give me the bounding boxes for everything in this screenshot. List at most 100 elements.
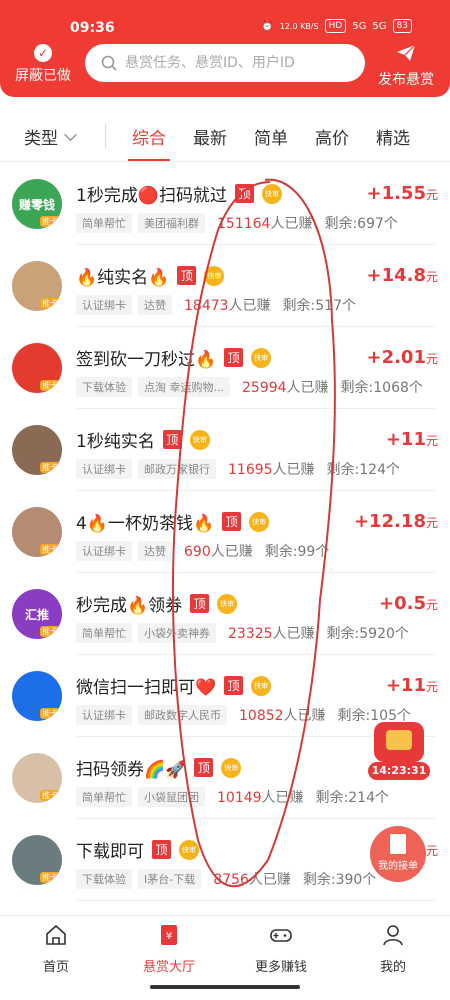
reward-value: +12.18 <box>353 511 426 532</box>
reward-amount: +11元 <box>386 429 438 450</box>
block-done-button[interactable]: ✓ 屏蔽已做 <box>12 44 74 85</box>
task-avatar: 推卡 <box>12 753 62 803</box>
earned-count: 23325人已赚 <box>228 623 315 643</box>
task-meta-row: 简单帮忙 美团福利群 151164人已赚 剩余:697个 <box>76 213 398 233</box>
top-tag: 顶 <box>162 430 182 449</box>
earned-suffix: 人已赚 <box>248 872 291 888</box>
task-title: 扫码领券🌈🚀 <box>76 760 187 780</box>
my-orders-button[interactable]: 我的接单 <box>370 826 426 882</box>
tab-featured[interactable]: 精选 <box>374 124 412 149</box>
reward-unit: 元 <box>425 516 438 530</box>
status-icons: ⏰ 12.0 KB/S HD 5G 5G 83 <box>261 19 412 33</box>
project-chip: 美团福利群 <box>138 213 205 233</box>
reward-amount: +1.55元 <box>366 183 438 204</box>
remaining-count: 剩余:517个 <box>282 298 356 314</box>
earned-suffix: 人已赚 <box>272 462 315 478</box>
reward-value: +11 <box>385 429 426 450</box>
task-title-row: 签到砍一刀秒过🔥 顶 快审 <box>76 345 272 370</box>
remaining-count: 剩余:697个 <box>324 216 398 232</box>
promo-badge: 推卡 <box>40 380 60 391</box>
task-title: 签到砍一刀秒过🔥 <box>76 350 217 370</box>
category-chip: 简单帮忙 <box>76 787 132 807</box>
task-row[interactable]: 推卡 🔥纯实名🔥 顶 快审 认证绑卡 达赞 18473人已赚 剩余:517个 +… <box>0 245 450 327</box>
earned-count: 690人已赚 <box>184 541 253 561</box>
task-meta-row: 认证绑卡 达赞 690人已赚 剩余:99个 <box>76 541 329 561</box>
earned-number: 11695 <box>228 462 273 478</box>
task-title: 4🔥一杯奶茶钱🔥 <box>76 514 215 534</box>
network-speed: 12.0 KB/S <box>279 21 319 31</box>
hall-icon: ¥ <box>161 925 177 945</box>
type-dropdown[interactable]: 类型 <box>24 124 77 149</box>
search-input[interactable] <box>125 55 355 71</box>
promo-badge: 推卡 <box>40 872 60 883</box>
nav-reward-hall[interactable]: ¥ 悬赏大厅 <box>124 924 214 975</box>
reward-amount: +2.01元 <box>366 347 438 368</box>
task-title-row: 🔥纯实名🔥 顶 快审 <box>76 263 225 288</box>
task-meta-row: 认证绑卡 达赞 18473人已赚 剩余:517个 <box>76 295 356 315</box>
remaining-count: 剩余:124个 <box>326 462 400 478</box>
tab-simple[interactable]: 简单 <box>252 124 290 149</box>
task-avatar: 推卡 <box>12 671 62 721</box>
task-title: 1秒完成🔴扫码就过 <box>76 186 227 206</box>
task-title-row: 4🔥一杯奶茶钱🔥 顶 快审 <box>76 509 270 534</box>
task-row[interactable]: 赚零钱 推卡 1秒完成🔴扫码就过 顶 快审 简单帮忙 美团福利群 151164人… <box>0 163 450 245</box>
remaining-count: 剩余:99个 <box>264 544 330 560</box>
nav-home[interactable]: 首页 <box>11 924 101 975</box>
earned-number: 690 <box>184 544 211 560</box>
promo-badge: 推卡 <box>40 462 60 473</box>
signal-icon-2: 5G <box>372 20 387 32</box>
task-meta-row: 简单帮忙 小袋鼠团团 10149人已赚 剩余:214个 <box>76 787 389 807</box>
project-chip: I茅台-下载 <box>138 869 202 889</box>
status-bar: 09:36 ⏰ 12.0 KB/S HD 5G 5G 83 <box>0 16 450 40</box>
task-avatar: 推卡 <box>12 343 62 393</box>
earned-count: 11695人已赚 <box>228 459 315 479</box>
fast-review-tag: 快审 <box>189 429 210 450</box>
category-chip: 认证绑卡 <box>76 295 132 315</box>
reward-amount: 元 <box>426 839 438 860</box>
task-row[interactable]: 汇推 推卡 秒完成🔥领券 顶 快审 简单帮忙 小袋外卖神券 23325人已赚 剩… <box>0 573 450 655</box>
earned-suffix: 人已赚 <box>210 544 253 560</box>
hd-icon: HD <box>324 19 347 33</box>
chevron-down-icon <box>64 127 77 141</box>
category-chip: 简单帮忙 <box>76 623 132 643</box>
tab-comprehensive[interactable]: 综合 <box>128 124 170 161</box>
reward-value: +1.55 <box>366 183 426 204</box>
category-chip: 简单帮忙 <box>76 213 132 233</box>
nav-mine-label: 我的 <box>379 960 406 975</box>
publish-reward-button[interactable]: 发布悬赏 <box>375 44 437 89</box>
category-chip: 下载体验 <box>76 377 132 397</box>
red-envelope-widget[interactable]: 14:23:31 <box>368 722 430 780</box>
earned-count: 8756人已赚 <box>213 869 291 889</box>
nav-more-earn[interactable]: 更多赚钱 <box>236 924 326 975</box>
earned-suffix: 人已赚 <box>272 626 315 642</box>
gamepad-icon <box>270 929 292 942</box>
home-icon <box>46 924 66 945</box>
search-icon <box>101 55 117 71</box>
earned-count: 10852人已赚 <box>239 705 326 725</box>
reward-amount: +11元 <box>386 675 438 696</box>
search-bar[interactable] <box>85 44 365 82</box>
tab-high-price[interactable]: 高价 <box>313 124 351 149</box>
project-chip: 小袋外卖神券 <box>138 623 216 643</box>
earned-number: 18473 <box>184 298 229 314</box>
home-indicator[interactable] <box>150 985 300 989</box>
task-row[interactable]: 推卡 4🔥一杯奶茶钱🔥 顶 快审 认证绑卡 达赞 690人已赚 剩余:99个 +… <box>0 491 450 573</box>
top-tag: 顶 <box>190 594 210 613</box>
task-row[interactable]: 推卡 签到砍一刀秒过🔥 顶 快审 下载体验 点淘 幸运购物... 25994人已… <box>0 327 450 409</box>
reward-value: +2.01 <box>366 347 426 368</box>
earned-count: 18473人已赚 <box>184 295 271 315</box>
earned-number: 25994 <box>242 380 287 396</box>
task-title-row: 微信扫一扫即可❤️ 顶 快审 <box>76 673 272 698</box>
project-chip: 邮政万家银行 <box>138 459 216 479</box>
top-tag: 顶 <box>177 266 197 285</box>
category-chip: 认证绑卡 <box>76 541 132 561</box>
reward-unit: 元 <box>425 352 438 366</box>
user-icon <box>383 925 403 946</box>
type-label: 类型 <box>24 129 58 149</box>
signal-icon-1: 5G <box>352 20 367 32</box>
project-chip: 达赞 <box>138 541 172 561</box>
nav-mine[interactable]: 我的 <box>348 924 438 975</box>
task-row[interactable]: 推卡 1秒纯实名 顶 快审 认证绑卡 邮政万家银行 11695人已赚 剩余:12… <box>0 409 450 491</box>
top-tag: 顶 <box>194 758 214 777</box>
tab-latest[interactable]: 最新 <box>191 124 229 149</box>
